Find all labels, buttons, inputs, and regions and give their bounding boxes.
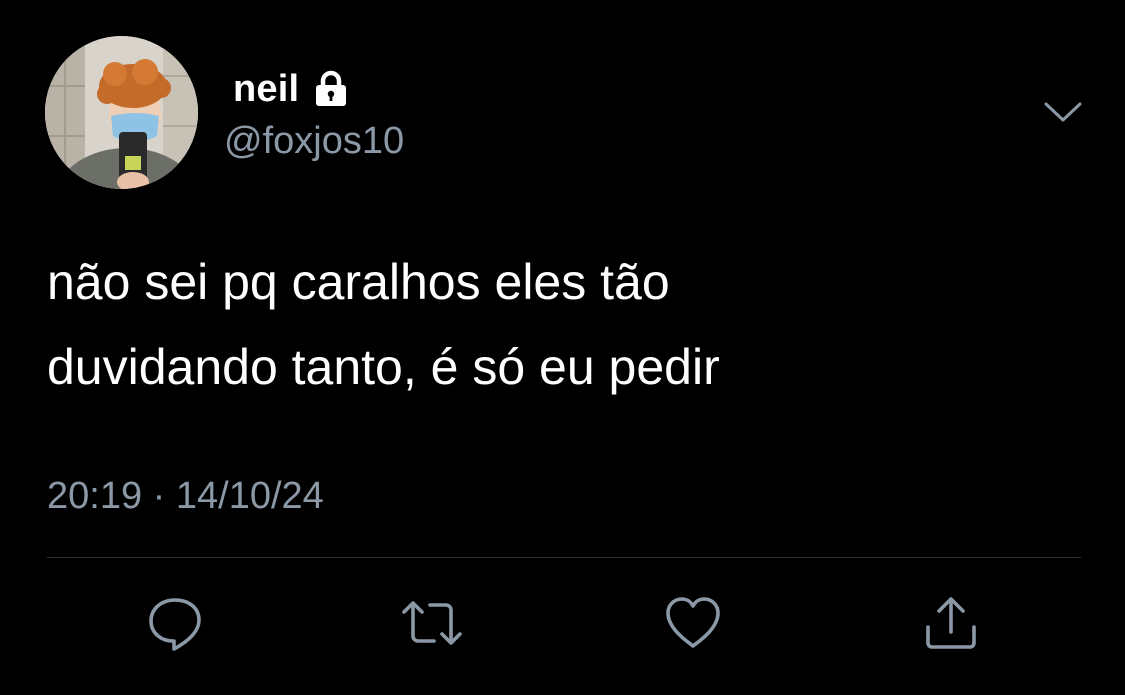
display-name[interactable]: neil bbox=[233, 66, 299, 112]
tweet-timestamp: 20:19 · 14/10/24 bbox=[47, 470, 324, 522]
user-handle[interactable]: @foxjos10 bbox=[224, 118, 404, 164]
avatar-image bbox=[45, 36, 198, 189]
avatar[interactable] bbox=[45, 36, 198, 189]
reply-icon bbox=[149, 598, 201, 651]
tweet-card: neil @foxjos10 não sei pq caralhos eles … bbox=[0, 0, 1125, 695]
tweet-text-line: não sei pq caralhos eles tão bbox=[47, 254, 670, 310]
tweet-time: 20:19 bbox=[47, 475, 143, 517]
tweet-text-line: duvidando tanto, é só eu pedir bbox=[47, 339, 720, 395]
chevron-down-icon[interactable] bbox=[1042, 96, 1084, 128]
reply-button[interactable] bbox=[144, 592, 206, 654]
tweet-date: 14/10/24 bbox=[175, 475, 324, 517]
tweet-text: não sei pq caralhos eles tão duvidando t… bbox=[47, 240, 1087, 410]
heart-icon bbox=[666, 597, 720, 648]
retweet-icon bbox=[402, 601, 462, 645]
share-button[interactable] bbox=[920, 592, 982, 654]
retweet-button[interactable] bbox=[401, 592, 463, 654]
timestamp-separator: · bbox=[152, 475, 166, 517]
divider bbox=[47, 557, 1081, 558]
lock-icon bbox=[316, 70, 347, 106]
like-button[interactable] bbox=[662, 592, 724, 654]
share-icon bbox=[926, 597, 976, 649]
user-name-row: neil bbox=[233, 66, 351, 112]
